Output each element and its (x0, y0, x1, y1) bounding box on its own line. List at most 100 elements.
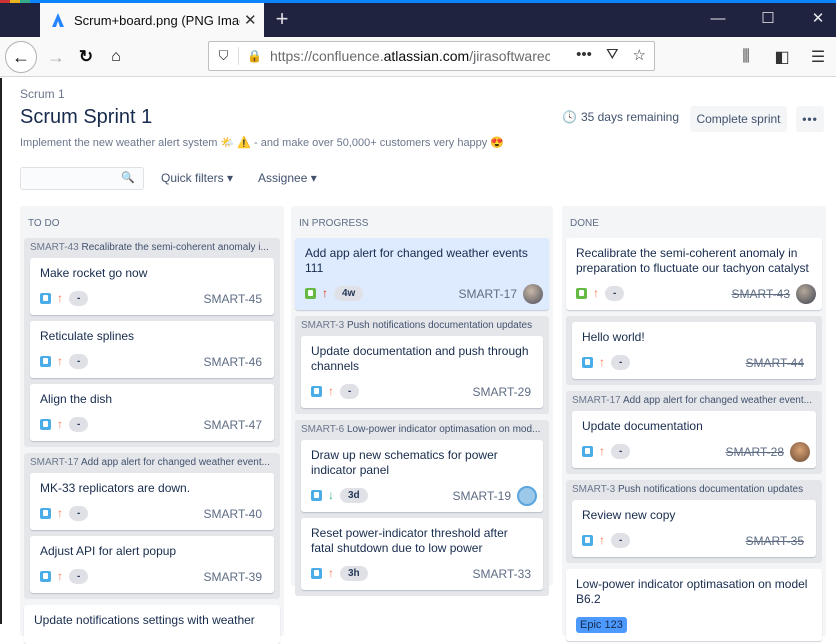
assignee-avatar[interactable] (796, 284, 816, 304)
url-text[interactable]: https://confluence.atlassian.com/jirasof… (270, 48, 550, 64)
url-bar[interactable]: ⛉ 🔒 https://confluence.atlassian.com/jir… (208, 41, 655, 71)
assignee-avatar[interactable] (523, 284, 543, 304)
issue-key[interactable]: SMART-35 (746, 534, 804, 548)
back-arrow-icon: ← (12, 46, 30, 67)
bookmark-star-icon[interactable]: ☆ (633, 46, 646, 64)
more-actions-button[interactable]: ••• (796, 106, 824, 132)
task-type-icon (582, 534, 593, 546)
minimize-button[interactable]: — (706, 8, 730, 30)
estimate-badge: - (611, 532, 631, 548)
swimlane-group[interactable]: SMART-3 Push notifications documentation… (295, 316, 549, 414)
days-remaining: 🕓 35 days remaining (562, 110, 679, 124)
estimate-badge: 3d (340, 487, 368, 503)
priority-highest-icon: ↑ (322, 286, 328, 300)
close-window-button[interactable]: ✕ (806, 8, 830, 30)
priority-high-icon: ↑ (57, 291, 63, 305)
group-title: Add app alert for changed weather event.… (80, 457, 270, 468)
issue-card[interactable]: Review new copy ↑ - SMART-35 (572, 500, 816, 557)
epic-card[interactable]: Low-power indicator optimasation on mode… (566, 569, 822, 641)
library-icon[interactable]: ⫼ (728, 48, 764, 66)
issue-card[interactable]: Reset power-indicator threshold after fa… (301, 518, 543, 590)
search-icon: 🔍 (121, 172, 135, 184)
epic-label[interactable]: Epic 123 (576, 617, 627, 633)
issue-key[interactable]: SMART-28 (726, 445, 784, 459)
issue-key[interactable]: SMART-44 (746, 356, 804, 370)
group-key: SMART-6 (301, 424, 345, 435)
assignee-avatar[interactable] (517, 486, 537, 506)
sidebar-icon[interactable]: ◧ (764, 47, 800, 67)
reload-button[interactable]: ↻ (70, 41, 102, 73)
complete-sprint-button[interactable]: Complete sprint (690, 106, 787, 132)
issue-key[interactable]: SMART-45 (204, 292, 262, 306)
issue-card[interactable]: Hello world! ↑ - SMART-44 (572, 322, 816, 379)
card-title: Recalibrate the semi-coherent anomaly in… (576, 246, 809, 275)
swimlane-group[interactable]: SMART-17 Add app alert for changed weath… (24, 453, 280, 599)
issue-key[interactable]: SMART-40 (204, 507, 262, 521)
priority-high-icon: ↑ (599, 444, 605, 458)
group-key: SMART-43 (30, 242, 79, 253)
estimate-badge: 3h (340, 565, 368, 581)
swimlane-group[interactable]: SMART-3 Push notifications documentation… (566, 480, 822, 563)
swimlane-group[interactable]: Hello world! ↑ - SMART-44 (566, 316, 822, 385)
issue-key[interactable]: SMART-47 (204, 418, 262, 432)
search-input[interactable]: 🔍 (20, 167, 144, 190)
priority-high-icon: ↑ (57, 354, 63, 368)
back-button[interactable]: ← (5, 41, 37, 73)
new-tab-button[interactable]: + (270, 6, 294, 32)
home-button[interactable]: ⌂ (100, 41, 132, 73)
assignee-avatar[interactable] (790, 442, 810, 462)
forward-arrow-icon: → (47, 46, 65, 67)
estimate-badge: - (69, 416, 89, 432)
issue-card[interactable]: Recalibrate the semi-coherent anomaly in… (566, 238, 822, 310)
lock-icon[interactable]: 🔒 (247, 49, 262, 63)
issue-card[interactable]: Align the dish ↑ - SMART-47 (30, 384, 274, 441)
breadcrumb[interactable]: Scrum 1 (20, 87, 65, 101)
issue-card[interactable]: Reticulate splines ↑ - SMART-46 (30, 321, 274, 378)
issue-card[interactable]: Update documentation and push through ch… (301, 336, 543, 408)
issue-card[interactable]: MK-33 replicators are down. ↑ - SMART-40 (30, 473, 274, 530)
task-type-icon (311, 489, 322, 501)
issue-key[interactable]: SMART-39 (204, 570, 262, 584)
issue-key[interactable]: SMART-29 (473, 385, 531, 399)
issue-card[interactable]: Draw up new schematics for power indicat… (301, 440, 543, 512)
card-title: Review new copy (582, 508, 676, 522)
menu-icon[interactable]: ☰ (800, 47, 836, 67)
maximize-button[interactable]: ☐ (756, 8, 780, 30)
card-title: Update documentation (582, 419, 703, 433)
task-type-icon (40, 570, 51, 582)
forward-button[interactable]: → (40, 41, 72, 73)
issue-key[interactable]: SMART-19 (453, 489, 511, 503)
tracking-shield-icon[interactable]: ⛉ (209, 47, 239, 65)
swimlane-group[interactable]: SMART-17 Add app alert for changed weath… (566, 391, 822, 474)
issue-card[interactable]: Adjust API for alert popup ↑ - SMART-39 (30, 536, 274, 593)
quick-filters-dropdown[interactable]: Quick filters ▾ (161, 171, 233, 185)
issue-key[interactable]: SMART-46 (204, 355, 262, 369)
group-key: SMART-17 (30, 457, 79, 468)
issue-key[interactable]: SMART-17 (459, 287, 517, 301)
assignee-dropdown[interactable]: Assignee ▾ (258, 171, 317, 185)
pocket-icon[interactable]: ⛛ (606, 46, 619, 64)
issue-card[interactable]: Update documentation ↑ - SMART-28 (572, 411, 816, 468)
issue-card[interactable]: Update notifications settings with weath… (24, 605, 280, 644)
issue-card[interactable]: Make rocket go now ↑ - SMART-45 (30, 258, 274, 315)
estimate-badge: - (69, 353, 89, 369)
priority-high-icon: ↑ (57, 506, 63, 520)
priority-high-icon: ↑ (328, 384, 334, 398)
browser-tab[interactable]: Scrum+board.png (PNG Image ✕ (40, 3, 264, 37)
tab-title: Scrum+board.png (PNG Image (74, 12, 240, 28)
issue-card-selected[interactable]: Add app alert for changed weather events… (295, 238, 549, 310)
page-actions-icon[interactable]: ••• (576, 46, 592, 64)
swimlane-group[interactable]: SMART-6 Low-power indicator optimasation… (295, 420, 549, 596)
group-title: Low-power indicator optimasation on mod.… (346, 424, 541, 435)
reload-icon: ↻ (78, 47, 94, 66)
browser-titlebar: Scrum+board.png (PNG Image ✕ + — ☐ ✕ (0, 0, 836, 37)
tab-close-icon[interactable]: ✕ (244, 11, 257, 29)
home-icon: ⌂ (111, 48, 121, 65)
group-key: SMART-3 (301, 320, 345, 331)
estimate-badge: - (340, 383, 360, 399)
days-remaining-text: 35 days remaining (580, 110, 680, 124)
swimlane-group[interactable]: SMART-43 Recalibrate the semi-coherent a… (24, 238, 280, 447)
issue-key[interactable]: SMART-43 (732, 287, 790, 301)
group-title: Push notifications documentation updates (617, 484, 804, 495)
issue-key[interactable]: SMART-33 (473, 567, 531, 581)
